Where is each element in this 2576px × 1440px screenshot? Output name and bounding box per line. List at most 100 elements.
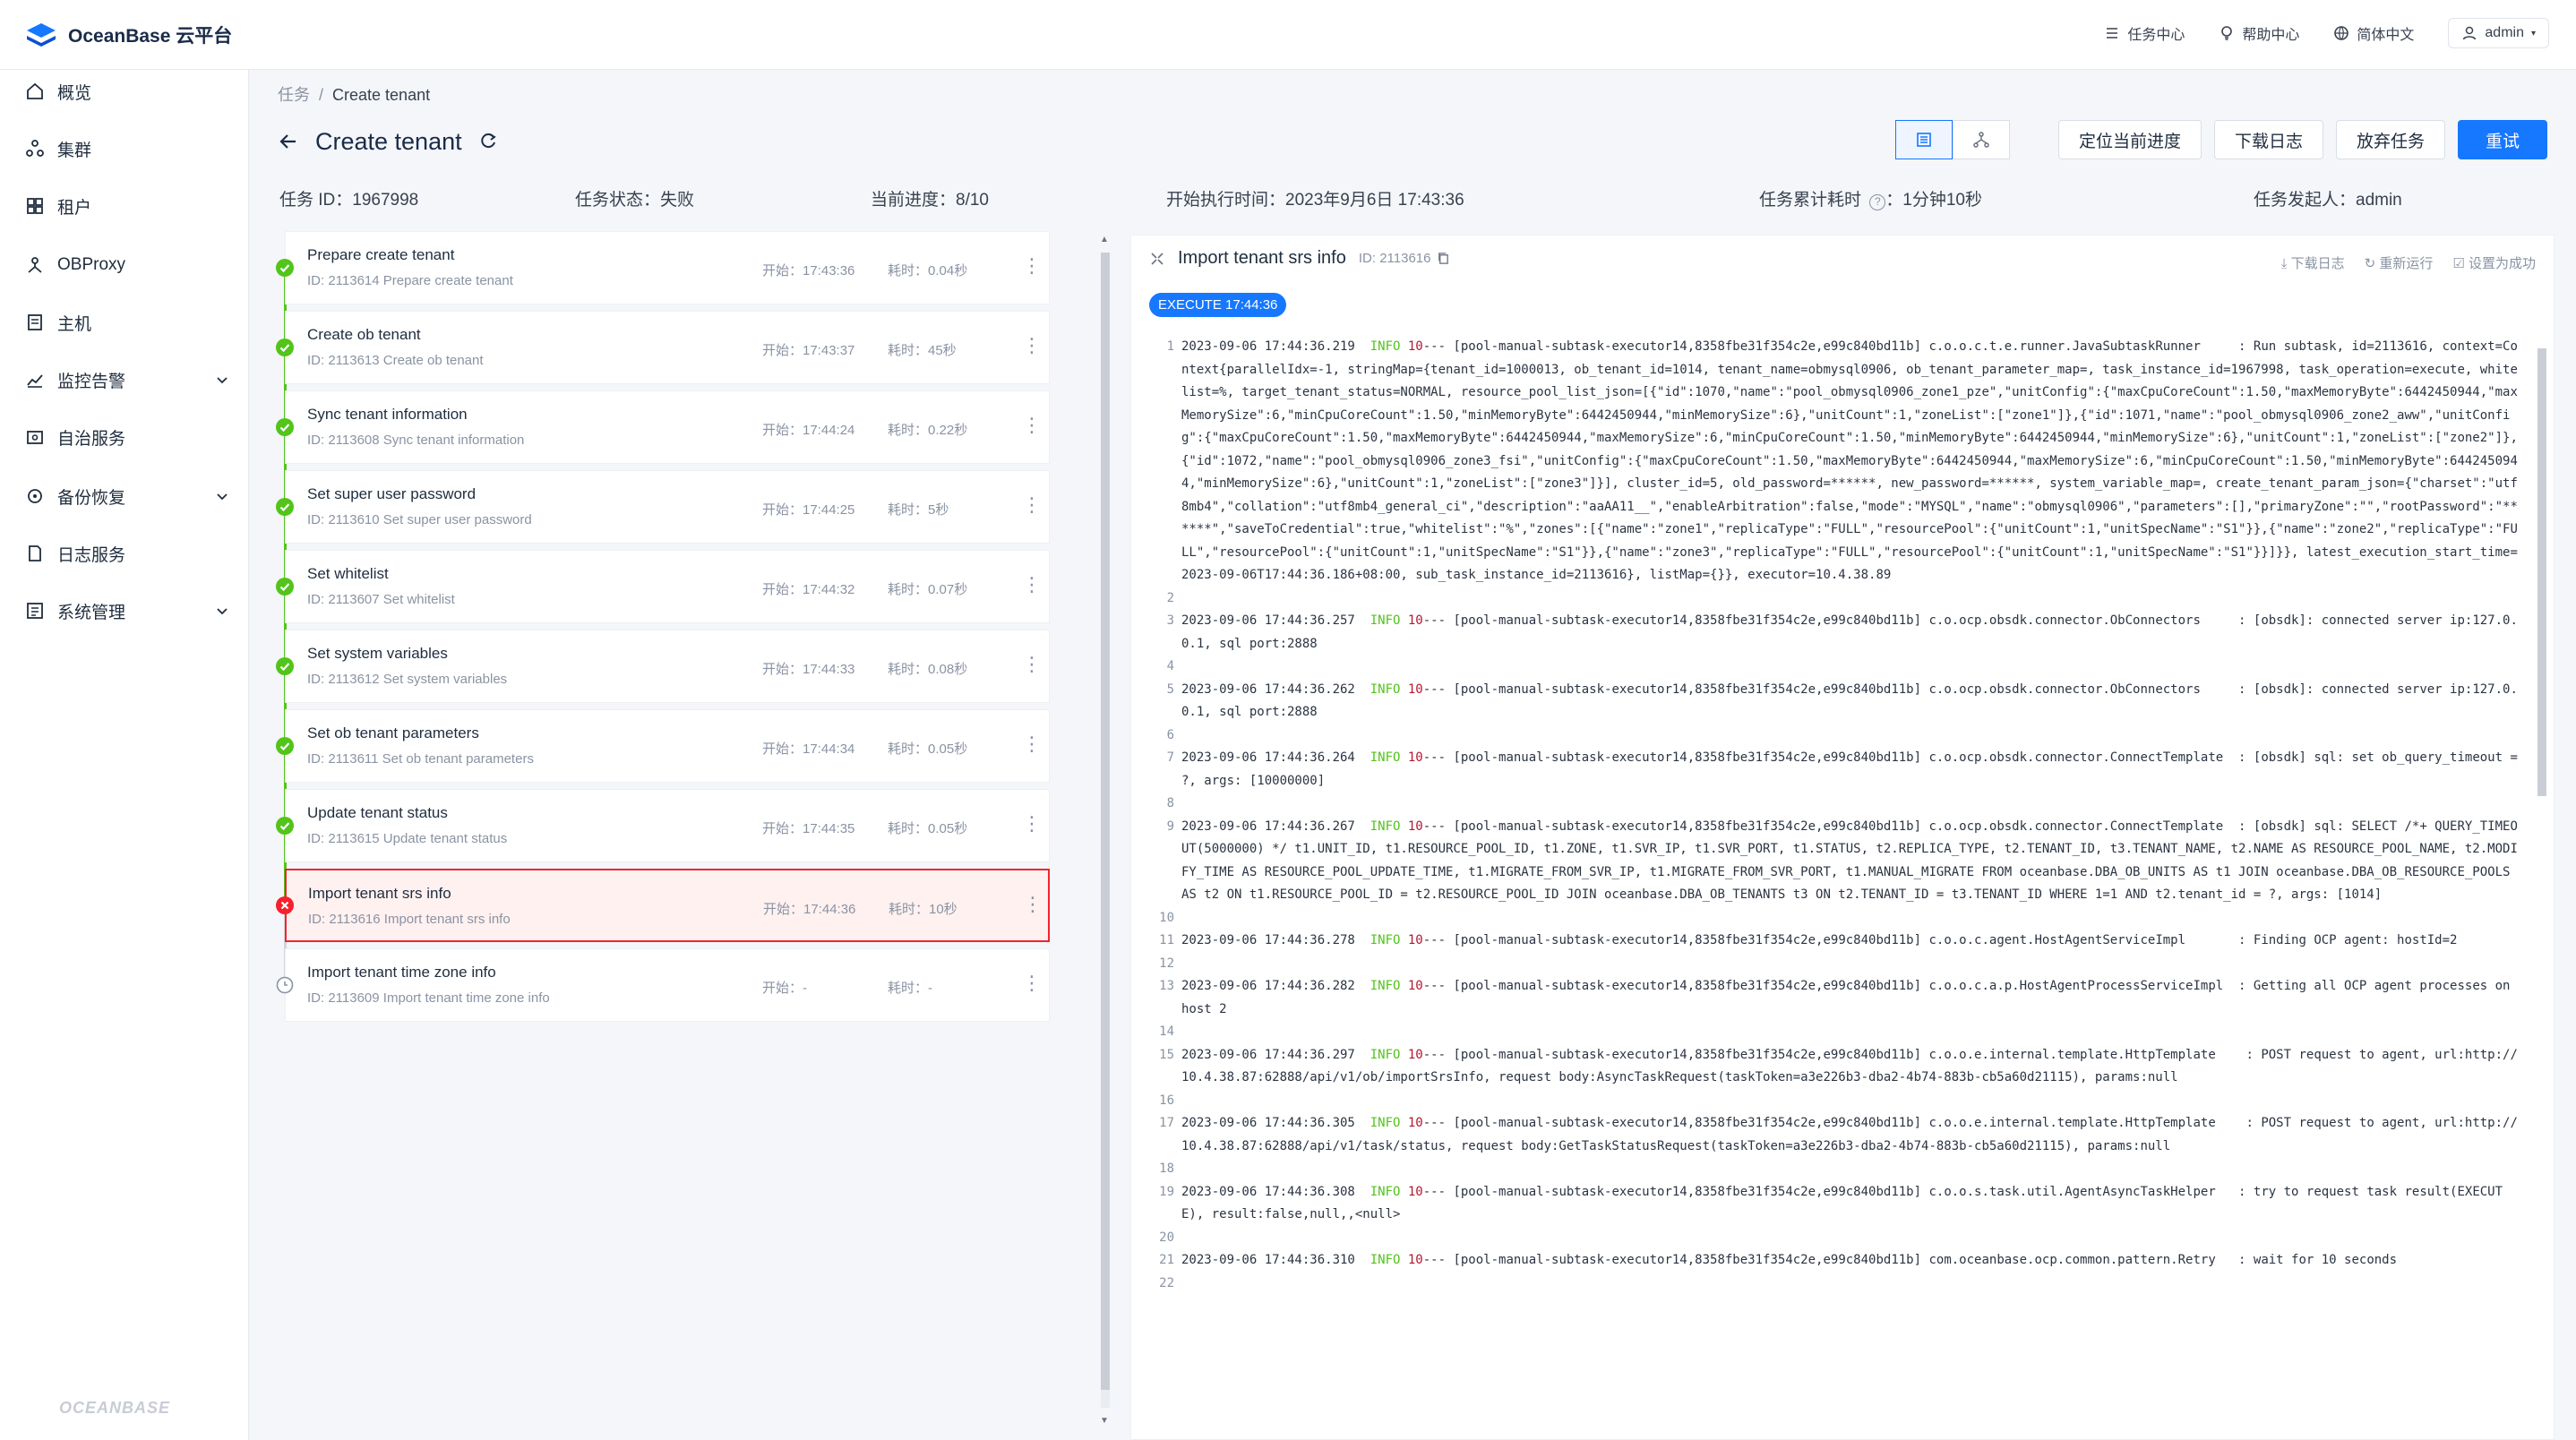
subtask-id: ID: 2113608 Sync tenant information: [307, 433, 525, 448]
more-icon[interactable]: ⋮: [1022, 495, 1042, 515]
log-line: 3 2023-09-06 17:44:36.257 INFO 10--- [poo…: [1155, 610, 2525, 656]
language-switch[interactable]: 简体中文: [2333, 22, 2414, 44]
user-icon: [2463, 26, 2477, 40]
sidebar-item-cluster[interactable]: 集群: [25, 131, 233, 167]
user-menu[interactable]: admin ▾: [2448, 18, 2549, 48]
log-line-text: 2023-09-06 17:44:36.297 INFO 10--- [pool…: [1181, 1047, 2518, 1085]
more-icon[interactable]: ⋮: [1022, 814, 1042, 834]
pending-clock-icon: [276, 976, 294, 994]
download-log-button[interactable]: 下载日志: [2213, 120, 2323, 159]
help-center-link[interactable]: 帮助中心: [2219, 22, 2299, 44]
subtask-start: 开始：17:44:34: [762, 741, 855, 757]
log-line-number: 13: [1159, 979, 1174, 993]
log-line-number: 11: [1159, 933, 1174, 947]
more-icon[interactable]: ⋮: [1022, 575, 1042, 595]
breadcrumb-parent[interactable]: 任务: [278, 86, 310, 104]
task-center-label: 任务中心: [2127, 28, 2185, 43]
retry-button[interactable]: 重试: [2457, 120, 2547, 159]
log-pid: 10: [1407, 1047, 1423, 1062]
subtask-item[interactable]: Set ob tenant parameters ID: 2113611 Set …: [285, 709, 1050, 783]
sidebar-item-label: 租户: [57, 198, 92, 218]
scroll-down-icon[interactable]: ▼: [1100, 1416, 1109, 1426]
log-line-number: 6: [1166, 727, 1174, 742]
sidebar-item-label: 备份恢复: [57, 488, 126, 508]
scroll-thumb[interactable]: [1101, 253, 1110, 1390]
log-line: 21 2023-09-06 17:44:36.310 INFO 10--- [po…: [1155, 1249, 2525, 1273]
subtask-item[interactable]: Update tenant status ID: 2113615 Update t…: [285, 789, 1050, 862]
log-line-text: 2023-09-06 17:44:36.262 INFO 10--- [pool…: [1181, 681, 2518, 720]
log-scroll-thumb[interactable]: [2537, 348, 2546, 796]
subtask-start: 开始：17:44:36: [763, 902, 856, 917]
task-progress: 当前进度：8/10: [871, 191, 989, 210]
set-success-link[interactable]: ☑ 设置为成功: [2452, 253, 2536, 272]
caret-down-icon: ▾: [2530, 28, 2536, 39]
more-icon[interactable]: ⋮: [1023, 895, 1043, 914]
rerun-link[interactable]: ↻ 重新运行: [2365, 253, 2434, 272]
task-list-scrollbar[interactable]: ▲ ▼: [1098, 235, 1112, 1426]
chevron-down-icon: [217, 377, 228, 384]
sidebar-item-overview[interactable]: 概览: [25, 73, 233, 109]
sidebar-item-autonomy[interactable]: 自治服务: [25, 419, 233, 455]
subtask-name: Set whitelist: [307, 565, 389, 582]
more-icon[interactable]: ⋮: [1022, 655, 1042, 674]
more-icon[interactable]: ⋮: [1022, 336, 1042, 356]
list-view-icon: [1917, 133, 1931, 147]
subtask-item[interactable]: Import tenant srs info ID: 2113616 Import…: [285, 869, 1050, 942]
log-line-text: 2023-09-06 17:44:36.257 INFO 10--- [pool…: [1181, 613, 2518, 651]
question-icon[interactable]: ?: [1869, 194, 1886, 210]
subtask-duration: 耗时：0.04秒: [888, 263, 968, 279]
log-line-number: 16: [1159, 1093, 1174, 1108]
subtask-id: ID: 2113615 Update tenant status: [307, 831, 508, 846]
subtask-id: ID: 2113610 Set super user password: [307, 512, 532, 527]
footer-logo: OCEANBASE: [59, 1399, 171, 1417]
log-line-number: 5: [1166, 681, 1174, 697]
execute-tag[interactable]: EXECUTE 17:44:36: [1149, 293, 1287, 317]
subtask-item[interactable]: Prepare create tenant ID: 2113614 Prepare…: [285, 231, 1050, 304]
checkbox-icon: ☑: [2452, 256, 2469, 271]
sidebar-item-host[interactable]: 主机: [25, 304, 233, 340]
user-name: admin: [2485, 25, 2524, 40]
log-scrollbar[interactable]: [2536, 336, 2548, 1428]
sidebar-item-label: OBProxy: [57, 255, 126, 274]
log-title: Import tenant srs info: [1178, 248, 1346, 268]
subtask-item[interactable]: Set super user password ID: 2113610 Set s…: [285, 470, 1050, 544]
abandon-task-button[interactable]: 放弃任务: [2335, 120, 2445, 159]
log-line: 18: [1155, 1158, 2525, 1181]
subtask-name: Set system variables: [307, 645, 448, 662]
sidebar-item-tenant[interactable]: 租户: [25, 188, 233, 224]
more-icon[interactable]: ⋮: [1022, 973, 1042, 993]
scroll-up-icon[interactable]: ▲: [1100, 235, 1109, 244]
back-arrow-icon[interactable]: [278, 131, 299, 152]
subtask-item[interactable]: Import tenant time zone info ID: 2113609 …: [285, 948, 1050, 1022]
collapse-icon[interactable]: [1149, 251, 1165, 267]
log-level: INFO: [1370, 933, 1401, 947]
subtask-name: Set super user password: [307, 485, 477, 502]
copy-icon[interactable]: [1437, 252, 1450, 265]
flow-view-button[interactable]: [1952, 120, 2010, 159]
log-line: 4: [1155, 656, 2525, 679]
more-icon[interactable]: ⋮: [1022, 734, 1042, 754]
sidebar-item-backup[interactable]: 备份恢复: [25, 478, 233, 514]
subtask-item[interactable]: Sync tenant information ID: 2113608 Sync …: [285, 390, 1050, 464]
subtask-item[interactable]: Create ob tenant ID: 2113613 Create ob te…: [285, 311, 1050, 384]
log-pid: 10: [1407, 819, 1423, 834]
more-icon[interactable]: ⋮: [1022, 416, 1042, 435]
sidebar-item-monitor[interactable]: 监控告警: [25, 362, 233, 398]
log-line-number: 8: [1166, 796, 1174, 810]
task-center-link[interactable]: 任务中心: [2104, 22, 2185, 44]
list-view-button[interactable]: [1894, 120, 1953, 159]
more-icon[interactable]: ⋮: [1022, 256, 1042, 276]
log-level: INFO: [1370, 1184, 1401, 1199]
log-line-number: 21: [1159, 1253, 1174, 1267]
app-logo[interactable]: OceanBase 云平台: [25, 20, 232, 50]
sidebar-item-log-service[interactable]: 日志服务: [25, 536, 233, 571]
refresh-icon[interactable]: [478, 132, 498, 151]
locate-progress-button[interactable]: 定位当前进度: [2057, 120, 2202, 159]
sidebar-item-obproxy[interactable]: OBProxy: [25, 247, 233, 283]
sidebar-item-system[interactable]: 系统管理: [25, 593, 233, 629]
subtask-item[interactable]: Set system variables ID: 2113612 Set syst…: [285, 630, 1050, 703]
success-check-icon: [276, 737, 294, 755]
subtask-duration: 耗时：10秒: [889, 902, 957, 917]
log-download-link[interactable]: ⤓ 下载日志: [2281, 253, 2345, 272]
subtask-item[interactable]: Set whitelist ID: 2113607 Set whitelist 开始…: [285, 550, 1050, 623]
